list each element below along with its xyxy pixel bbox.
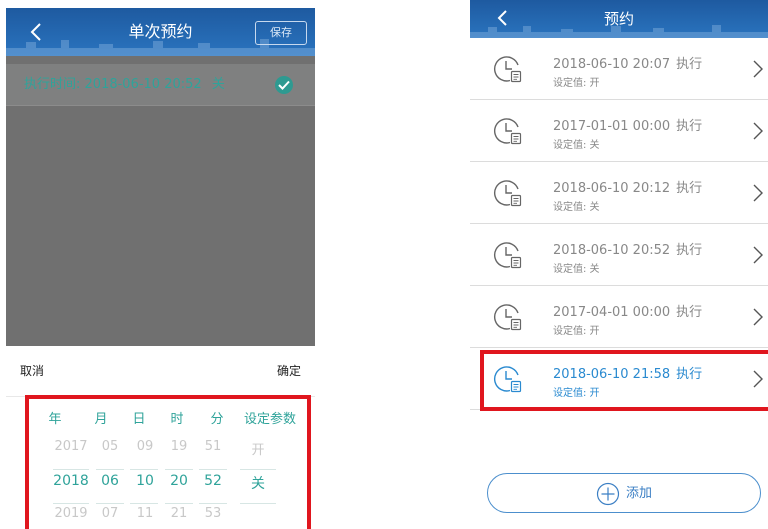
add-button[interactable]: 添加	[487, 473, 761, 513]
date-picker-panel: 取消 确定	[6, 346, 315, 529]
clock-document-icon	[493, 118, 522, 145]
chevron-right-icon	[753, 60, 763, 78]
execution-time-value: 2018-06-10 20:52	[84, 77, 202, 92]
cancel-button[interactable]: 取消	[20, 346, 44, 396]
reservation-action: 执行	[676, 243, 703, 258]
picker-year-selected[interactable]: 2018	[51, 473, 91, 489]
clock-document-icon	[493, 366, 522, 393]
picker-month-selected[interactable]: 06	[90, 473, 130, 489]
reservation-setting: 设定值: 开	[553, 78, 600, 89]
clock-document-icon	[493, 242, 522, 269]
reservation-time: 2018-06-10 21:58	[553, 367, 671, 382]
reservation-setting: 设定值: 关	[553, 202, 600, 213]
picker-month-past[interactable]: 05	[90, 439, 130, 454]
picker-minute-line-bottom	[199, 503, 227, 504]
picker-month-next[interactable]: 07	[90, 506, 130, 521]
reservation-time: 2018-06-10 20:52	[553, 243, 671, 258]
reservation-action: 执行	[676, 181, 703, 196]
save-button[interactable]: 保存	[255, 21, 307, 45]
reservation-time: 2018-06-10 20:12	[553, 181, 671, 196]
reservation-list-screen: 预约 2018-06-10 20:07 执行 设定值: 开 2017-01-01 00…	[470, 0, 768, 529]
nav-bar: 单次预约 保存	[6, 8, 315, 56]
list-item[interactable]: 2017-04-01 00:00 执行设定值: 开	[470, 286, 768, 348]
picker-setting-line-top	[240, 469, 276, 470]
chevron-right-icon	[753, 184, 763, 202]
reservation-setting: 设定值: 开	[553, 388, 600, 399]
picker-month-line-bottom	[96, 503, 124, 504]
reservation-action: 执行	[676, 367, 703, 382]
confirm-button[interactable]: 确定	[277, 346, 301, 396]
reservation-setting: 设定值: 关	[553, 140, 600, 151]
picker-year-line-top	[53, 469, 89, 470]
reservation-time: 2018-06-10 20:07	[553, 57, 671, 72]
picker-day-line-bottom	[130, 503, 158, 504]
chevron-right-icon	[753, 308, 763, 326]
picker-header-setting: 设定参数	[243, 412, 296, 427]
chevron-right-icon	[753, 246, 763, 264]
picker-setting-line-bottom	[240, 503, 276, 504]
list-item[interactable]: 2018-06-10 20:07 执行设定值: 开	[470, 38, 768, 100]
picker-month-line-top	[96, 469, 124, 470]
picker-header-day: 日	[132, 412, 146, 427]
picker-header-hour: 时	[170, 412, 184, 427]
picker-header-year: 年	[48, 412, 62, 427]
clock-document-icon	[493, 56, 522, 83]
picker-minute-next[interactable]: 53	[193, 506, 233, 521]
picker-hour-line-top	[165, 469, 193, 470]
reservation-action: 执行	[676, 305, 703, 320]
picker-toolbar: 取消 确定	[6, 346, 315, 396]
picker-day-line-top	[130, 469, 158, 470]
check-icon	[275, 76, 293, 94]
picker-header-month: 月	[94, 412, 108, 427]
reservation-action: 执行	[676, 119, 703, 134]
clock-document-icon	[493, 304, 522, 331]
list-item[interactable]: 2018-06-10 20:12 执行设定值: 关	[470, 162, 768, 224]
reservation-action: 执行	[676, 57, 703, 72]
list-item[interactable]: 2017-01-01 00:00 执行设定值: 关	[470, 100, 768, 162]
picker-minute-selected[interactable]: 52	[193, 473, 233, 489]
picker-header-minute: 分	[210, 412, 224, 427]
reservation-setting: 设定值: 开	[553, 326, 600, 337]
chevron-right-icon	[753, 122, 763, 140]
picker-hour-line-bottom	[165, 503, 193, 504]
nav-bar: 预约	[470, 0, 768, 38]
execution-time-row: 执行时间: 2018-06-10 20:52 关	[6, 64, 315, 106]
chevron-right-icon	[753, 370, 763, 388]
clock-document-icon	[493, 180, 522, 207]
picker-year-line-bottom	[53, 503, 89, 504]
picker-minute-line-top	[199, 469, 227, 470]
page-title: 预约	[603, 10, 634, 28]
add-label: 添加	[626, 486, 653, 501]
picker-setting-selected[interactable]: 关	[238, 473, 278, 493]
list-item[interactable]: 2018-06-10 20:52 执行设定值: 关	[470, 224, 768, 286]
picker-year-past[interactable]: 2017	[51, 439, 91, 454]
reservation-time: 2017-01-01 00:00	[553, 119, 671, 134]
plus-circle-icon	[596, 482, 620, 506]
picker-year-next[interactable]: 2019	[51, 506, 91, 521]
reservation-time: 2017-04-01 00:00	[553, 305, 671, 320]
execution-time-label: 执行时间:	[24, 77, 81, 92]
execution-state-value: 关	[211, 77, 225, 92]
divider	[6, 396, 315, 397]
picker-setting-past[interactable]: 开	[238, 439, 278, 458]
reservation-setting: 设定值: 关	[553, 264, 600, 275]
list-item[interactable]: 2018-06-10 21:58 执行设定值: 开	[470, 348, 768, 410]
picker-minute-past[interactable]: 51	[193, 439, 233, 454]
